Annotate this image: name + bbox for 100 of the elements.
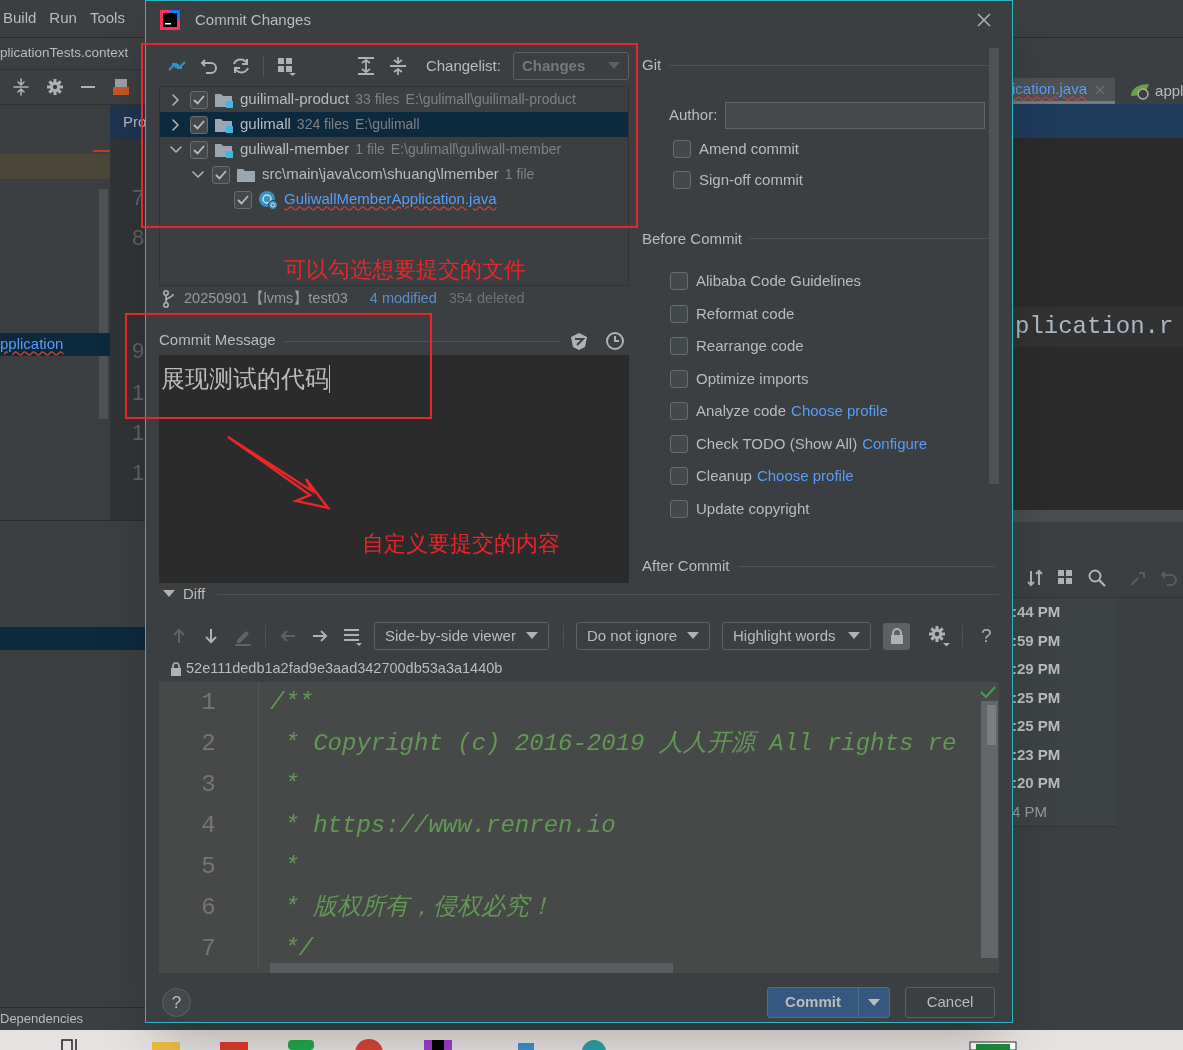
caret-icon	[608, 62, 620, 70]
scrollbar[interactable]	[270, 963, 673, 973]
menu-item[interactable]: Run	[49, 7, 77, 30]
help-button[interactable]: ?	[162, 988, 191, 1017]
dropdown[interactable]: Side-by-side viewer	[374, 622, 549, 650]
search-icon[interactable]	[1088, 569, 1106, 587]
log-time: 4 PM	[1012, 801, 1047, 822]
lock-icon	[170, 661, 182, 676]
changelist-label: Changelist:	[425, 55, 501, 76]
checkbox[interactable]	[670, 369, 688, 388]
settings-icon[interactable]	[46, 78, 64, 96]
help-button[interactable]: ?	[981, 621, 992, 651]
file-count: 1 file	[504, 165, 535, 184]
checkbox[interactable]	[670, 272, 688, 291]
commit-message-field[interactable]: 展现测试的代码 自定义要提交的内容	[159, 355, 629, 583]
group-by-icon[interactable]	[275, 56, 296, 76]
checkbox[interactable]	[670, 499, 688, 518]
option-label[interactable]: Reformat code	[696, 302, 795, 325]
lock-toggle[interactable]	[883, 622, 910, 650]
scrollbar[interactable]	[99, 189, 108, 419]
option-label[interactable]: Cleanup	[696, 465, 752, 488]
log-time: :29 PM	[1012, 659, 1061, 679]
annotation-text: 可以勾选想要提交的文件	[284, 256, 526, 284]
settings-icon[interactable]	[928, 625, 950, 647]
tree-row[interactable]: GuliwallMemberApplication.java	[160, 187, 628, 212]
ai-assistant-icon[interactable]	[569, 331, 589, 351]
scrollbar[interactable]	[1012, 510, 1183, 522]
caret-icon	[526, 632, 538, 640]
html-file-icon[interactable]	[112, 78, 130, 96]
checkbox[interactable]	[190, 115, 208, 134]
dropdown[interactable]: Highlight words	[722, 622, 871, 650]
option-label[interactable]: Analyze code	[696, 400, 787, 423]
path-text: E:\gulimall\guliwall-member	[390, 140, 562, 159]
history-icon[interactable]	[605, 331, 625, 351]
checkbox[interactable]	[190, 90, 208, 109]
option-label[interactable]: Rearrange code	[696, 335, 804, 358]
scrollbar[interactable]	[981, 701, 998, 958]
checkbox[interactable]	[670, 337, 688, 356]
tree-item-name: gulimall	[240, 114, 291, 135]
checkbox[interactable]	[670, 304, 688, 323]
option-label[interactable]: Alibaba Code Guidelines	[696, 270, 862, 293]
checkbox[interactable]	[670, 434, 688, 453]
file-count: 33 files	[355, 90, 400, 109]
file-link[interactable]: GuliwallMemberApplication.java	[284, 188, 497, 211]
path-text: E:\gulimall\guilimall-product	[405, 90, 576, 109]
link[interactable]: Configure	[862, 432, 928, 455]
tree-item-name: src\main\java\com\shuang\lmember	[262, 164, 499, 185]
tree-row[interactable]: gulimall 324 files E:\gulimall	[160, 112, 628, 137]
battery-icon[interactable]	[968, 1040, 1018, 1050]
cancel-button[interactable]: Cancel	[905, 987, 995, 1018]
dropdown[interactable]: Do not ignore	[576, 622, 710, 650]
log-time: :25 PM	[1012, 687, 1061, 708]
app-logo-icon	[160, 10, 180, 30]
option-label[interactable]: Amend commit	[699, 137, 800, 161]
branch-icon	[162, 290, 176, 308]
checkbox[interactable]	[670, 467, 688, 486]
modified-count[interactable]: 4 modified	[369, 288, 437, 310]
code-text: plication.r	[1015, 312, 1174, 342]
checkbox[interactable]	[212, 165, 230, 184]
menu-item[interactable]: Build	[3, 7, 37, 30]
collapse-icon[interactable]	[12, 78, 30, 96]
sort-icon[interactable]	[1026, 569, 1044, 587]
editor-tab[interactable]: appl	[1155, 79, 1183, 103]
checkbox[interactable]	[190, 140, 208, 159]
tool-window-button[interactable]: Dependencies	[0, 1009, 84, 1029]
checkbox[interactable]	[234, 190, 252, 209]
file-count: 1 file	[355, 140, 385, 159]
option-label[interactable]: Check TODO (Show All)	[696, 432, 858, 455]
tree-row[interactable]: src\main\java\com\shuang\lmember 1 file	[160, 162, 628, 187]
code-comment: * Copyright (c) 2016-2019 人人开源 All rights re	[283, 728, 957, 759]
collapse-all-icon[interactable]	[387, 56, 408, 76]
code-comment: /**	[270, 687, 314, 718]
refresh-icon[interactable]	[231, 56, 251, 76]
file-count: 324 files	[296, 115, 349, 134]
checkbox[interactable]	[673, 171, 691, 189]
undo-icon[interactable]	[199, 56, 219, 76]
menu-item[interactable]: Tools	[89, 7, 125, 30]
tree-row[interactable]: guliwall-member 1 file E:\gulimall\guliwall-member	[160, 137, 628, 162]
browser-icon[interactable]	[354, 1038, 384, 1050]
expand-all-icon[interactable]	[355, 56, 376, 76]
commit-button[interactable]: Commit	[767, 987, 890, 1018]
section-header: Git	[642, 55, 662, 75]
author-field[interactable]	[725, 101, 985, 129]
list-icon[interactable]	[342, 626, 362, 646]
path-text: E:\gulimall	[355, 115, 420, 134]
editor-tab[interactable]: plicationTests.context	[0, 43, 129, 64]
option-label[interactable]: Optimize imports	[696, 367, 809, 390]
checkbox[interactable]	[673, 140, 691, 158]
tree-item-name: guliwall-member	[240, 139, 350, 160]
option-label[interactable]: Update copyright	[696, 497, 810, 520]
check-icon	[980, 686, 996, 698]
code-comment: * 版权所有，侵权必究！	[283, 892, 554, 923]
checkbox[interactable]	[670, 402, 688, 421]
close-icon[interactable]	[976, 12, 992, 28]
app-icon[interactable]	[424, 1038, 452, 1050]
tree-row[interactable]: guilimall-product 33 files E:\gulimall\guilimall-product	[160, 87, 628, 112]
option-label[interactable]: Sign-off commit	[699, 168, 803, 192]
link[interactable]: Choose profile	[756, 465, 854, 488]
group-icon[interactable]	[1057, 569, 1075, 587]
link[interactable]: Choose profile	[791, 400, 888, 423]
